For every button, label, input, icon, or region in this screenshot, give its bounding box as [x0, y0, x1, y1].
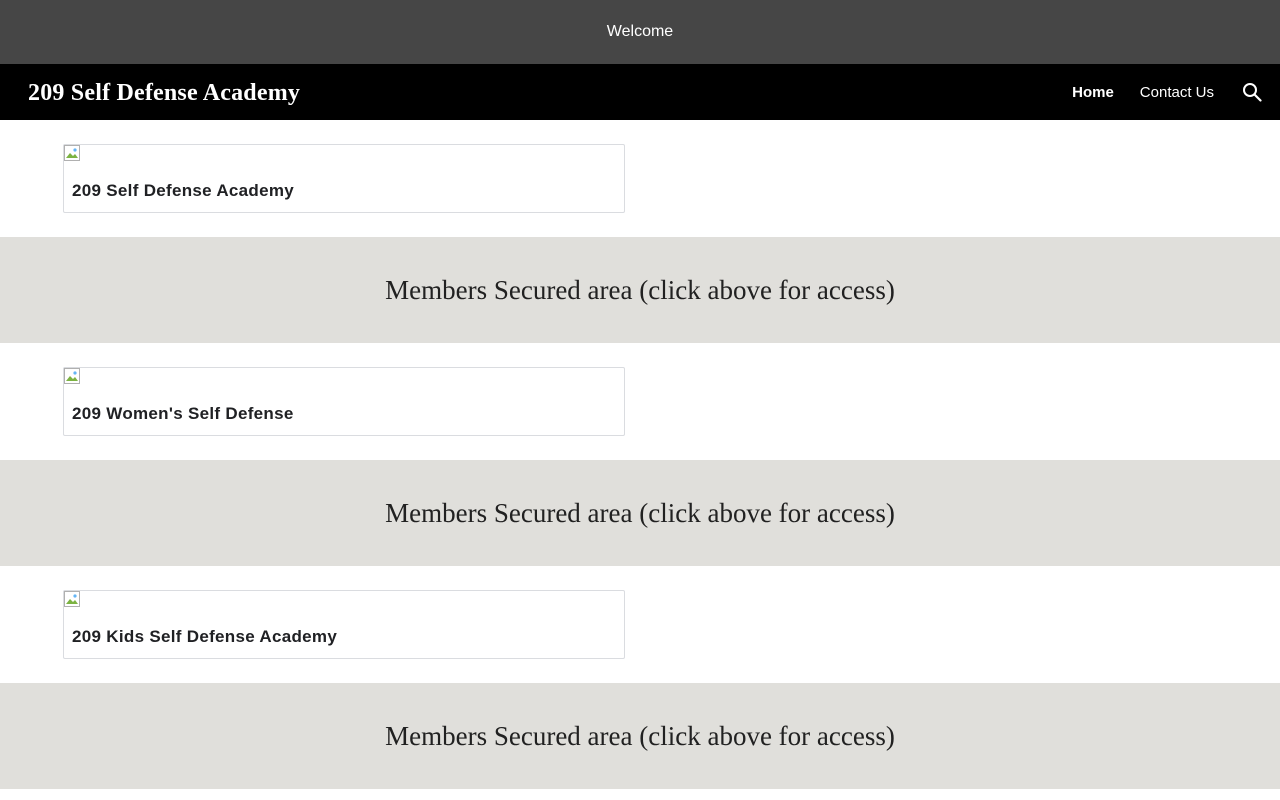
nav-link-contact-us[interactable]: Contact Us [1140, 84, 1214, 101]
members-band-text: Members Secured area (click above for ac… [385, 274, 895, 305]
link-card[interactable]: 209 Women's Self Defense [63, 367, 625, 436]
announcement-bar: Welcome [0, 0, 1280, 64]
link-card[interactable]: 209 Self Defense Academy [63, 144, 625, 213]
search-icon[interactable] [1240, 80, 1264, 104]
broken-image-icon [64, 591, 80, 607]
nav-links: Home Contact Us [1072, 80, 1264, 104]
announcement-text: Welcome [606, 23, 674, 40]
members-band-text: Members Secured area (click above for ac… [385, 720, 895, 751]
top-navbar: 209 Self Defense Academy Home Contact Us [0, 64, 1280, 120]
members-band: Members Secured area (click above for ac… [0, 683, 1280, 789]
card-title[interactable]: 209 Women's Self Defense [72, 404, 294, 424]
card-section: 209 Self Defense Academy [0, 120, 1280, 237]
card-section: 209 Kids Self Defense Academy [0, 566, 1280, 683]
members-band: Members Secured area (click above for ac… [0, 237, 1280, 343]
site-title[interactable]: 209 Self Defense Academy [28, 80, 300, 107]
broken-image-icon [64, 368, 80, 384]
link-card[interactable]: 209 Kids Self Defense Academy [63, 590, 625, 659]
members-band-text: Members Secured area (click above for ac… [385, 497, 895, 528]
card-title[interactable]: 209 Kids Self Defense Academy [72, 627, 337, 647]
broken-image-icon [64, 145, 80, 161]
card-title[interactable]: 209 Self Defense Academy [72, 181, 294, 201]
members-band: Members Secured area (click above for ac… [0, 460, 1280, 566]
card-section: 209 Women's Self Defense [0, 343, 1280, 460]
nav-link-home[interactable]: Home [1072, 84, 1114, 101]
